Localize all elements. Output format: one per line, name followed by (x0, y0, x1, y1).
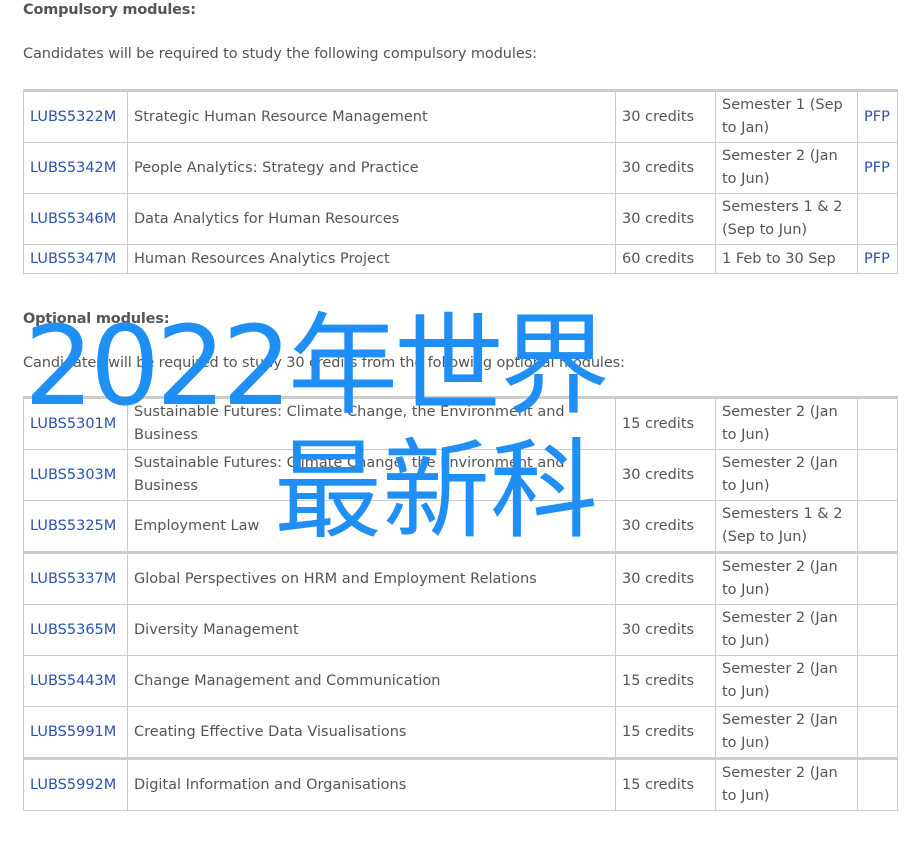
module-credits: 30 credits (615, 604, 716, 656)
module-pfp-cell: PFP (857, 244, 898, 274)
module-pfp-cell (857, 604, 898, 656)
module-pfp-cell (857, 396, 898, 450)
module-code-link[interactable]: LUBS5303M (30, 467, 116, 483)
compulsory-modules-intro: Candidates will be required to study the… (23, 46, 537, 62)
module-credits: 15 credits (615, 396, 716, 450)
module-code-link[interactable]: LUBS5346M (30, 211, 116, 227)
module-semester: Semester 2 (Jan to Jun) (715, 757, 858, 811)
module-code-cell: LUBS5365M (23, 604, 128, 656)
module-credits: 15 credits (615, 757, 716, 811)
module-title: Sustainable Futures: Climate Change, the… (127, 396, 616, 450)
module-row: LUBS5325M Employment Law 30 credits Semeste… (23, 500, 898, 553)
pfp-link[interactable]: PFP (864, 160, 890, 176)
module-credits: 30 credits (615, 551, 716, 605)
module-code-cell: LUBS5991M (23, 706, 128, 759)
module-row: LUBS5322M Strategic Human Resource Manage… (23, 89, 898, 143)
module-code-cell: LUBS5337M (23, 551, 128, 605)
module-row: LUBS5337M Global Perspectives on HRM and … (23, 551, 898, 605)
module-code-cell: LUBS5301M (23, 396, 128, 450)
module-credits: 60 credits (615, 244, 716, 274)
module-row: LUBS5365M Diversity Management 30 credits S… (23, 604, 898, 656)
module-credits: 30 credits (615, 89, 716, 143)
module-code-link[interactable]: LUBS5443M (30, 673, 116, 689)
module-row: LUBS5301M Sustainable Futures: Climate Ch… (23, 396, 898, 450)
module-code-link[interactable]: LUBS5325M (30, 518, 116, 534)
pfp-link[interactable]: PFP (864, 109, 890, 125)
module-pfp-cell (857, 193, 898, 245)
module-semester: Semesters 1 & 2 (Sep to Jun) (715, 500, 858, 553)
module-semester: Semester 2 (Jan to Jun) (715, 604, 858, 656)
module-code-link[interactable]: LUBS5301M (30, 416, 116, 432)
module-code-cell: LUBS5992M (23, 757, 128, 811)
module-title: Sustainable Futures: Climate Change, the… (127, 449, 616, 501)
module-code-link[interactable]: LUBS5322M (30, 109, 116, 125)
module-semester: Semester 2 (Jan to Jun) (715, 551, 858, 605)
module-code-link[interactable]: LUBS5342M (30, 160, 116, 176)
module-semester: Semester 2 (Jan to Jun) (715, 449, 858, 501)
module-code-link[interactable]: LUBS5992M (30, 777, 116, 793)
module-code-cell: LUBS5322M (23, 89, 128, 143)
optional-modules-table: LUBS5301M Sustainable Futures: Climate Ch… (23, 396, 898, 811)
module-credits: 30 credits (615, 142, 716, 194)
module-credits: 15 credits (615, 655, 716, 707)
module-semester: Semester 1 (Sep to Jan) (715, 89, 858, 143)
module-title: Strategic Human Resource Management (127, 89, 616, 143)
module-row: LUBS5443M Change Management and Communica… (23, 655, 898, 707)
module-code-cell: LUBS5346M (23, 193, 128, 245)
module-semester: Semester 2 (Jan to Jun) (715, 396, 858, 450)
module-row: LUBS5303M Sustainable Futures: Climate Ch… (23, 449, 898, 501)
module-title: Change Management and Communication (127, 655, 616, 707)
module-row: LUBS5347M Human Resources Analytics Proje… (23, 244, 898, 274)
module-pfp-cell (857, 655, 898, 707)
module-pfp-cell (857, 500, 898, 553)
module-title: People Analytics: Strategy and Practice (127, 142, 616, 194)
module-title: Human Resources Analytics Project (127, 244, 616, 274)
module-semester: Semester 2 (Jan to Jun) (715, 142, 858, 194)
module-pfp-cell (857, 551, 898, 605)
module-semester: Semester 2 (Jan to Jun) (715, 706, 858, 759)
module-semester: Semester 2 (Jan to Jun) (715, 655, 858, 707)
module-row: LUBS5346M Data Analytics for Human Resour… (23, 193, 898, 245)
module-pfp-cell (857, 706, 898, 759)
module-title: Creating Effective Data Visualisations (127, 706, 616, 759)
compulsory-modules-table: LUBS5322M Strategic Human Resource Manage… (23, 89, 898, 274)
module-row: LUBS5992M Digital Information and Organis… (23, 757, 898, 811)
module-pfp-cell (857, 757, 898, 811)
module-pfp-cell (857, 449, 898, 501)
module-code-cell: LUBS5342M (23, 142, 128, 194)
module-code-cell: LUBS5325M (23, 500, 128, 553)
module-row: LUBS5991M Creating Effective Data Visuali… (23, 706, 898, 759)
module-row: LUBS5342M People Analytics: Strategy and … (23, 142, 898, 194)
module-code-link[interactable]: LUBS5347M (30, 251, 116, 267)
module-title: Data Analytics for Human Resources (127, 193, 616, 245)
module-code-cell: LUBS5303M (23, 449, 128, 501)
module-pfp-cell: PFP (857, 89, 898, 143)
module-credits: 30 credits (615, 500, 716, 553)
module-title: Digital Information and Organisations (127, 757, 616, 811)
module-semester: 1 Feb to 30 Sep (715, 244, 858, 274)
pfp-link[interactable]: PFP (864, 251, 890, 267)
module-semester: Semesters 1 & 2 (Sep to Jun) (715, 193, 858, 245)
module-credits: 15 credits (615, 706, 716, 759)
module-title: Global Perspectives on HRM and Employmen… (127, 551, 616, 605)
optional-modules-heading: Optional modules: (23, 311, 170, 327)
module-code-cell: LUBS5347M (23, 244, 128, 274)
module-code-link[interactable]: LUBS5365M (30, 622, 116, 638)
module-code-link[interactable]: LUBS5337M (30, 571, 116, 587)
module-pfp-cell: PFP (857, 142, 898, 194)
compulsory-modules-heading: Compulsory modules: (23, 2, 196, 18)
module-code-cell: LUBS5443M (23, 655, 128, 707)
optional-modules-intro: Candidates will be required to study 30 … (23, 355, 625, 371)
module-title: Diversity Management (127, 604, 616, 656)
module-code-link[interactable]: LUBS5991M (30, 724, 116, 740)
module-credits: 30 credits (615, 193, 716, 245)
module-credits: 30 credits (615, 449, 716, 501)
module-title: Employment Law (127, 500, 616, 553)
